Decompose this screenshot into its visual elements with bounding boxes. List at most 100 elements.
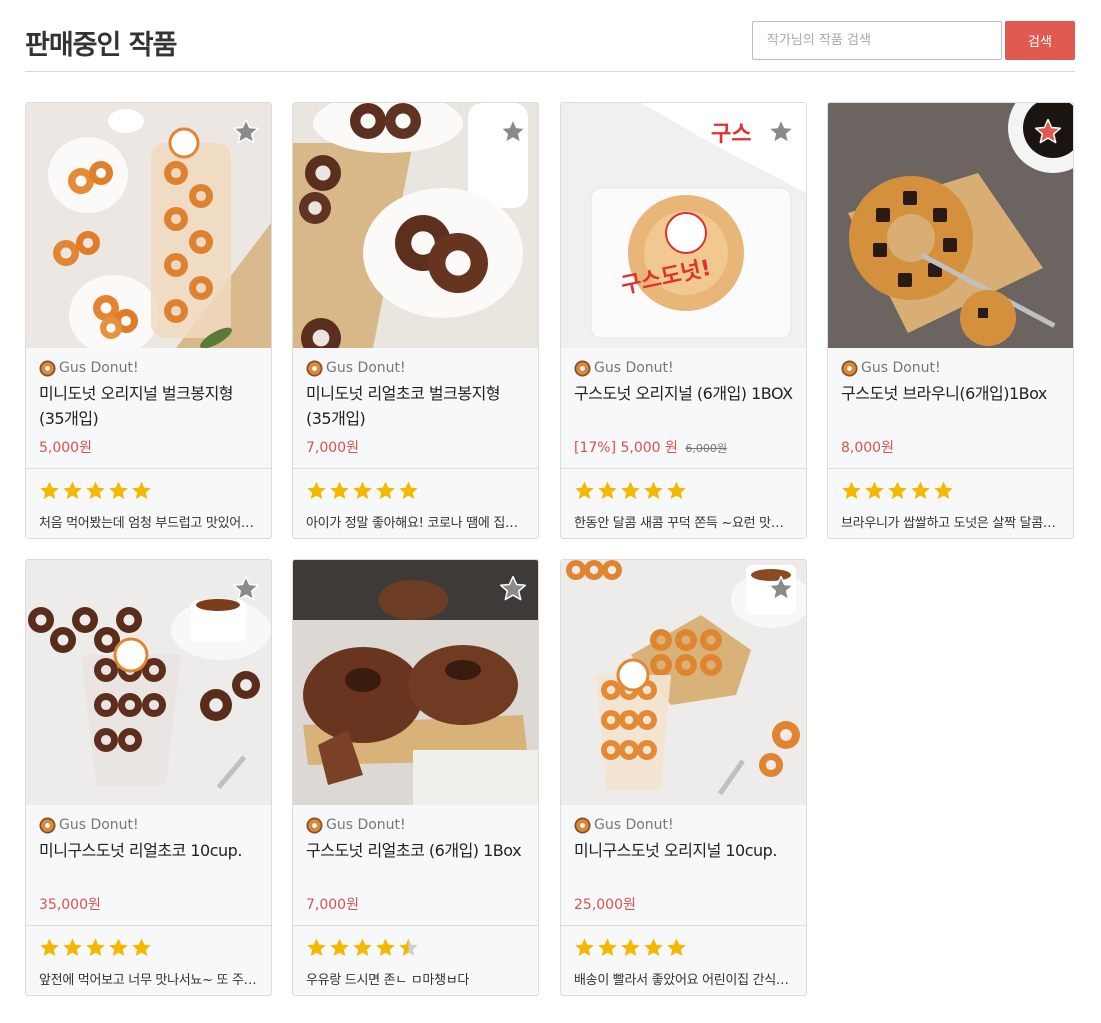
product-name[interactable]: 구스도넛 오리지널 (6개입) 1BOX (574, 381, 793, 433)
favorite-star-icon[interactable] (498, 117, 528, 147)
donut-icon (306, 817, 323, 833)
product-image[interactable] (828, 103, 1073, 348)
artist-name[interactable]: Gus Donut! (574, 358, 793, 378)
price-row: 5,000원 (39, 438, 258, 458)
product-card[interactable]: Gus Donut! 미니도넛 리얼초코 벌크봉지형 (35개입) 7,000원… (292, 102, 539, 539)
price-row: 7,000원 (306, 895, 525, 915)
review-text[interactable]: 아이가 정말 좋아해요! 코로나 땜에 집콕 간식으로 최고 (306, 512, 525, 531)
price: 7,000원 (306, 897, 359, 913)
artist-name[interactable]: Gus Donut! (39, 815, 258, 835)
artist-name[interactable]: Gus Donut! (574, 815, 793, 835)
artist-name[interactable]: Gus Donut! (39, 358, 258, 378)
star-filled-icon (307, 938, 326, 956)
product-card[interactable]: Gus Donut! 미니도넛 오리지널 벌크봉지형 (35개입) 5,000원… (25, 102, 272, 539)
page-header: 판매중인 작품 검색 (25, 20, 1075, 72)
star-filled-icon (109, 938, 128, 956)
review-text[interactable]: 브라우니가 쌉쌀하고 도넛은 살짝 달콤해서 좋아요 (841, 512, 1060, 531)
star-filled-icon (330, 481, 349, 499)
product-info: Gus Donut! 미니구스도넛 리얼초코 10cup. 35,000원 (26, 805, 271, 925)
star-filled-icon (575, 481, 594, 499)
product-info: Gus Donut! 구스도넛 오리지널 (6개입) 1BOX [17%] 5,… (561, 348, 806, 468)
rating-stars (306, 937, 525, 959)
artist-label: Gus Donut! (326, 817, 406, 833)
star-filled-icon (911, 481, 930, 499)
product-info: Gus Donut! 미니구스도넛 오리지널 10cup. 25,000원 (561, 805, 806, 925)
review-text[interactable]: 배송이 빨라서 좋았어요 어린이집 간식으로 보냈어요 (574, 969, 793, 988)
star-filled-icon (667, 938, 686, 956)
favorite-star-icon[interactable] (498, 574, 528, 604)
price-row: [17%] 5,000 원 6,000원 (574, 438, 793, 458)
artist-label: Gus Donut! (59, 817, 139, 833)
review-text[interactable]: 처음 먹어봤는데 엄청 부드럽고 맛있어요 또 주문할게요 (39, 512, 258, 531)
star-filled-icon (644, 481, 663, 499)
artist-name[interactable]: Gus Donut! (841, 358, 1060, 378)
review-section: 브라우니가 쌉쌀하고 도넛은 살짝 달콤해서 좋아요 (828, 468, 1073, 538)
favorite-star-icon[interactable] (231, 574, 261, 604)
product-name[interactable]: 구스도넛 리얼초코 (6개입) 1Box (306, 838, 525, 890)
artist-label: Gus Donut! (326, 360, 406, 376)
review-section: 처음 먹어봤는데 엄청 부드럽고 맛있어요 또 주문할게요 (26, 468, 271, 538)
search-input[interactable] (752, 21, 1002, 60)
star-filled-icon (667, 481, 686, 499)
review-section: 우유랑 드시면 존ㄴ ㅁ마챙ㅂ다 (293, 925, 538, 995)
review-section: 한동안 달콤 새콤 꾸덕 쫀득 ~요런 맛에 빠져 있었어요 (561, 468, 806, 538)
review-text[interactable]: 우유랑 드시면 존ㄴ ㅁ마챙ㅂ다 (306, 969, 525, 988)
star-filled-icon (399, 481, 418, 499)
product-name[interactable]: 미니도넛 리얼초코 벌크봉지형 (35개입) (306, 381, 525, 433)
product-image[interactable]: 구스 구스도넛! (561, 103, 806, 348)
star-filled-icon (132, 938, 151, 956)
star-filled-icon (888, 481, 907, 499)
price: 5,000원 (39, 440, 92, 456)
product-image[interactable] (26, 103, 271, 348)
product-card[interactable]: Gus Donut! 미니구스도넛 리얼초코 10cup. 35,000원 앞전… (25, 559, 272, 996)
review-text[interactable]: 한동안 달콤 새콤 꾸덕 쫀득 ~요런 맛에 빠져 있었어요 (574, 512, 793, 531)
product-image[interactable] (293, 560, 538, 805)
star-filled-icon (40, 481, 59, 499)
favorite-star-icon[interactable] (766, 117, 796, 147)
star-filled-icon (63, 938, 82, 956)
product-card[interactable]: Gus Donut! 구스도넛 브라우니(6개입)1Box 8,000원 브라우… (827, 102, 1074, 539)
product-name[interactable]: 구스도넛 브라우니(6개입)1Box (841, 381, 1060, 433)
product-image[interactable] (561, 560, 806, 805)
search-button[interactable]: 검색 (1005, 21, 1075, 60)
artist-label: Gus Donut! (594, 817, 674, 833)
price: 7,000원 (306, 440, 359, 456)
rating-stars (574, 937, 793, 959)
review-section: 앞전에 먹어보고 너무 맛나서뇨~ 또 주문했어요 (26, 925, 271, 995)
star-filled-icon (40, 938, 59, 956)
star-filled-icon (376, 481, 395, 499)
artist-name[interactable]: Gus Donut! (306, 815, 525, 835)
product-name[interactable]: 미니구스도넛 리얼초코 10cup. (39, 838, 258, 890)
product-card[interactable]: Gus Donut! 미니구스도넛 오리지널 10cup. 25,000원 배송… (560, 559, 807, 996)
original-price: 6,000원 (685, 442, 727, 455)
favorite-star-icon[interactable] (231, 117, 261, 147)
product-info: Gus Donut! 구스도넛 리얼초코 (6개입) 1Box 7,000원 (293, 805, 538, 925)
product-card[interactable]: 구스 구스도넛! Gus Donut! 구스도넛 오리지널 (6개입) 1BOX … (560, 102, 807, 539)
rating-stars (306, 480, 525, 502)
star-filled-icon (621, 481, 640, 499)
price-row: 8,000원 (841, 438, 1060, 458)
donut-icon (39, 360, 56, 376)
review-section: 배송이 빨라서 좋았어요 어린이집 간식으로 보냈어요 (561, 925, 806, 995)
artist-name[interactable]: Gus Donut! (306, 358, 525, 378)
rating-stars (841, 480, 1060, 502)
product-name[interactable]: 미니구스도넛 오리지널 10cup. (574, 838, 793, 890)
review-text[interactable]: 앞전에 먹어보고 너무 맛나서뇨~ 또 주문했어요 (39, 969, 258, 988)
star-filled-icon (621, 938, 640, 956)
price: 5,000 원 (620, 440, 678, 456)
product-image[interactable] (26, 560, 271, 805)
donut-icon (574, 817, 591, 833)
star-filled-icon (575, 938, 594, 956)
product-card[interactable]: Gus Donut! 구스도넛 리얼초코 (6개입) 1Box 7,000원 우… (292, 559, 539, 996)
product-name[interactable]: 미니도넛 오리지널 벌크봉지형 (35개입) (39, 381, 258, 433)
star-filled-icon (330, 938, 349, 956)
artist-label: Gus Donut! (59, 360, 139, 376)
price: 25,000원 (574, 897, 636, 913)
star-filled-icon (598, 481, 617, 499)
rating-stars (39, 480, 258, 502)
star-filled-icon (842, 481, 861, 499)
favorite-star-active-icon[interactable] (1033, 117, 1063, 147)
product-image[interactable] (293, 103, 538, 348)
star-half-icon (399, 938, 418, 956)
favorite-star-icon[interactable] (766, 574, 796, 604)
